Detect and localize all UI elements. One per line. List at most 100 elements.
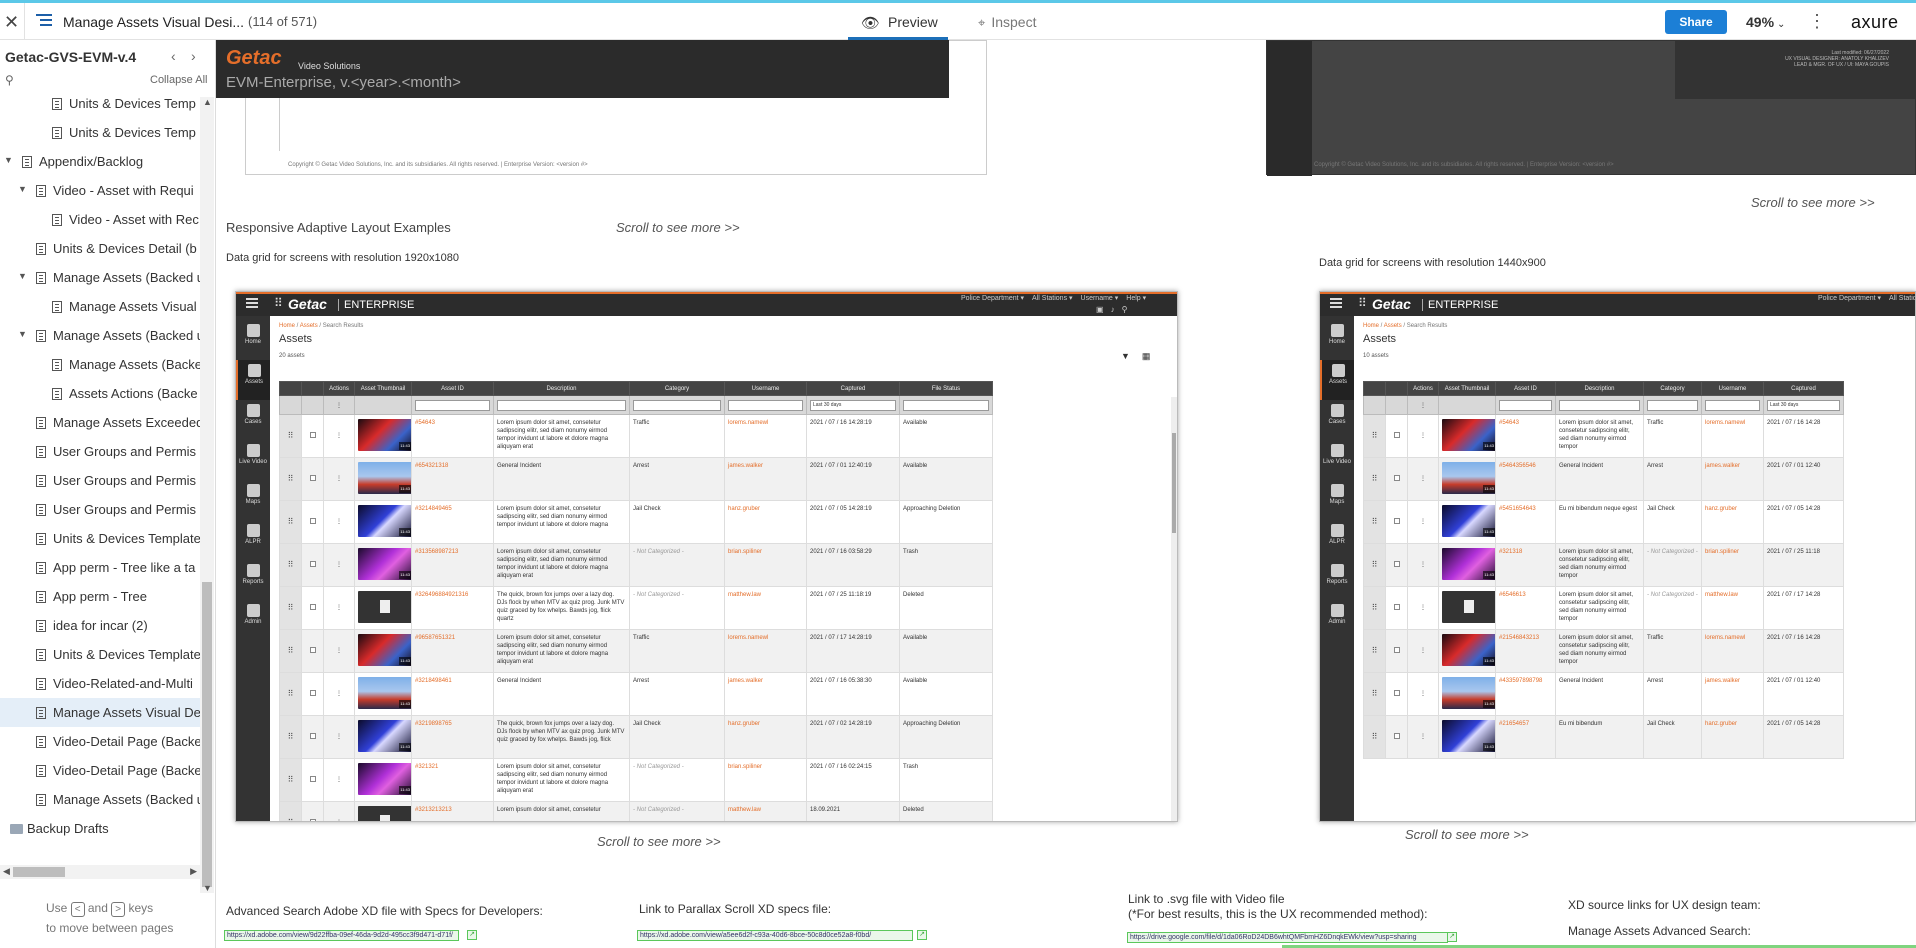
drag-handle-icon[interactable]: ⠿ (279, 801, 302, 821)
row-select[interactable] (1385, 586, 1408, 630)
asset-thumbnail[interactable]: 11:43 (358, 677, 411, 709)
drag-handle-icon[interactable]: ⠿ (279, 500, 302, 544)
drag-handle-icon[interactable]: ⠿ (1363, 414, 1386, 458)
asset-thumbnail[interactable]: 11:43 (1442, 720, 1495, 752)
apps-grid-icon[interactable]: ⠿ (1358, 296, 1367, 310)
table-row[interactable]: ⠿ ⋮ 11:43 #3214849465 Lorem ipsum dolor sit … (279, 500, 993, 544)
username-link[interactable]: hanz.gruber (724, 715, 807, 759)
collapse-all-link[interactable]: Collapse All (150, 74, 207, 86)
tab-inspect[interactable]: ⌖ Inspect (978, 14, 1036, 31)
sitemap-item[interactable]: App perm - Tree (0, 582, 200, 611)
sitemap-item[interactable]: Units & Devices Template (0, 640, 200, 669)
row-select[interactable] (301, 586, 324, 630)
sitemap-item[interactable]: ▼ Appendix/Backlog (0, 147, 200, 176)
table-row[interactable]: ⠿ ⋮ 11:43 #54643 Lorem ipsum dolor sit amet,… (279, 414, 993, 458)
asset-id-link[interactable]: #433597898798 (1495, 672, 1556, 716)
row-select[interactable] (301, 801, 324, 821)
row-select[interactable] (1385, 629, 1408, 673)
username-link[interactable]: lorems.namewl (724, 629, 807, 673)
column-header[interactable]: Description (1555, 381, 1644, 396)
scroll-left-icon[interactable]: ◀ (3, 866, 10, 877)
sitemap-item[interactable]: Video-Detail Page (Backe (0, 756, 200, 785)
column-header[interactable]: Asset Thumbnail (1438, 381, 1496, 396)
captured-filter[interactable]: Last 30 days (810, 399, 896, 411)
table-row[interactable]: ⠿ ⋮ 11:43 #321318 Lorem ipsum dolor sit amet… (1363, 543, 1844, 587)
drag-handle-icon[interactable]: ⠿ (279, 543, 302, 587)
table-row[interactable]: ⠿ ⋮ 11:43 #5451654643 Eu mi bibendum neque e… (1363, 500, 1844, 544)
column-header[interactable]: File Status (899, 381, 993, 396)
asset-id-link[interactable]: #5451654643 (1495, 500, 1556, 544)
breadcrumb-assets[interactable]: Assets (300, 323, 318, 329)
apps-grid-icon[interactable]: ⠿ (274, 296, 283, 310)
username-link[interactable]: lorems.namewl (724, 414, 807, 458)
asset-thumbnail[interactable] (358, 591, 411, 623)
asset-id-link[interactable]: #21546843213 (1495, 629, 1556, 673)
asset-id-link[interactable]: #3219898765 (411, 715, 494, 759)
header-menu-user[interactable]: Username ▾ (1081, 295, 1119, 302)
asset-thumbnail[interactable]: 11:43 (358, 763, 411, 795)
row-actions-icon[interactable]: ⋮ (1407, 414, 1439, 458)
table-row[interactable]: ⠿ ⋮ 11:43 #321321 Lorem ipsum dolor sit amet… (279, 758, 993, 802)
row-actions-icon[interactable]: ⋮ (323, 801, 355, 821)
username-link[interactable]: brian.spiliner (1701, 543, 1764, 587)
column-header[interactable]: Category (629, 381, 725, 396)
search-icon[interactable]: ⚲ (5, 73, 14, 87)
row-actions-icon[interactable]: ⋮ (323, 629, 355, 673)
nav-item-maps[interactable]: Maps (1320, 480, 1354, 520)
drag-handle-icon[interactable]: ⠿ (1363, 629, 1386, 673)
nav-item-maps[interactable]: Maps (236, 480, 270, 520)
sitemap-item[interactable]: ▶Backup Drafts (0, 814, 200, 843)
asset-id-link[interactable]: #654321318 (411, 457, 494, 501)
row-checkbox[interactable] (1393, 517, 1400, 524)
asset-thumbnail[interactable] (358, 806, 411, 821)
row-select[interactable] (1385, 500, 1408, 544)
captured-filter[interactable]: Last 30 days (1767, 399, 1840, 411)
breadcrumb-home[interactable]: Home (1363, 323, 1379, 329)
username-link[interactable]: james.walker (1701, 457, 1764, 501)
search-icon[interactable]: ⚲ (1122, 305, 1128, 314)
drag-handle-icon[interactable]: ⠿ (1363, 543, 1386, 587)
nav-item-assets[interactable]: Assets (1320, 360, 1354, 400)
adobe-xd-link[interactable]: https://xd.adobe.com/view/9d22ffba-09ef-… (224, 930, 459, 941)
row-select[interactable] (301, 672, 324, 716)
nav-item-admin[interactable]: Admin (236, 600, 270, 640)
sitemap-item[interactable]: User Groups and Permis (0, 466, 200, 495)
share-button[interactable]: Share (1665, 10, 1727, 34)
sitemap-item[interactable]: Units & Devices Temp (0, 89, 200, 118)
video-icon[interactable]: ▣ (1096, 305, 1104, 314)
nav-item-reports[interactable]: Reports (236, 560, 270, 600)
column-menu-icon[interactable]: ⋮ (323, 395, 355, 415)
sitemap-item[interactable]: ▼ Manage Assets (Backed u (0, 321, 200, 350)
sitemap-horizontal-scrollbar[interactable]: ◀ ▶ (0, 865, 200, 879)
row-select[interactable] (1385, 457, 1408, 501)
column-filter-input[interactable] (1499, 399, 1552, 411)
drag-handle-icon[interactable]: ⠿ (1363, 672, 1386, 716)
sitemap-item[interactable]: Assets Actions (Backe (0, 379, 200, 408)
sitemap-item[interactable]: ▼ Video - Asset with Requi (0, 176, 200, 205)
nav-item-alpr[interactable]: ALPR (236, 520, 270, 560)
row-actions-icon[interactable]: ⋮ (1407, 500, 1439, 544)
grid-scrollbar[interactable] (1171, 397, 1177, 821)
row-select[interactable] (1385, 414, 1408, 458)
external-link-icon[interactable]: ↗ (467, 930, 477, 940)
row-actions-icon[interactable]: ⋮ (1407, 543, 1439, 587)
row-checkbox[interactable] (309, 775, 316, 782)
sitemap-item[interactable]: App perm - Tree like a ta (0, 553, 200, 582)
asset-id-link[interactable]: #3214849465 (411, 500, 494, 544)
username-link[interactable]: brian.spiliner (724, 758, 807, 802)
expand-toggle-icon[interactable]: ▼ (18, 329, 27, 339)
table-row[interactable]: ⠿ ⋮ 11:43 #5464356546 General Incident Arrest… (1363, 457, 1844, 501)
asset-id-link[interactable]: #326496884921316 (411, 586, 494, 630)
sitemap-item[interactable]: Manage Assets Exceeded (0, 408, 200, 437)
row-actions-icon[interactable]: ⋮ (1407, 629, 1439, 673)
username-link[interactable]: matthew.law (724, 586, 807, 630)
column-filter-input[interactable] (633, 399, 721, 411)
asset-id-link[interactable]: #313568987213 (411, 543, 494, 587)
row-select[interactable] (1385, 672, 1408, 716)
username-link[interactable]: lorems.namewl (1701, 629, 1764, 673)
column-header[interactable]: Captured (1763, 381, 1844, 396)
drag-handle-icon[interactable]: ⠿ (1363, 715, 1386, 759)
drag-handle-icon[interactable]: ⠿ (279, 457, 302, 501)
table-row[interactable]: ⠿ ⋮ #326496884921316 The quick, brown fox j… (279, 586, 993, 630)
row-actions-icon[interactable]: ⋮ (1407, 672, 1439, 716)
